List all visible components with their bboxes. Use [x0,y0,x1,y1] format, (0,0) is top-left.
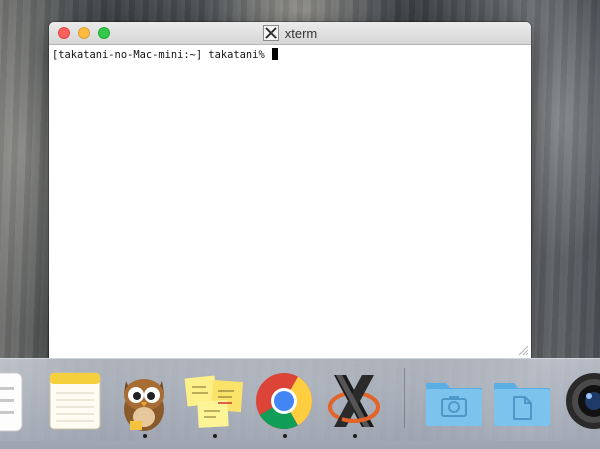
window-title: xterm [284,25,318,41]
notepad-icon [49,372,101,430]
resize-grip-icon[interactable] [517,344,529,356]
terminal-area[interactable]: [takatani-no-Mac-mini:~] takatani% [49,45,531,358]
terminal-cursor [271,48,278,60]
shell-prompt: [takatani-no-Mac-mini:~] takatani% [52,49,271,61]
list-icon [0,372,23,432]
camera-folder-icon [426,383,482,426]
running-indicator [213,434,217,438]
document-folder-icon [494,383,550,426]
dock-separator [404,368,405,428]
x11-icon [262,25,279,41]
window-title-area: xterm [49,22,531,44]
window-titlebar[interactable]: xterm [49,22,531,45]
chrome-icon [256,373,312,429]
dock-item-screenshots-folder[interactable] [422,369,486,433]
dock-item-documents-folder[interactable] [490,369,554,433]
running-indicator [283,434,287,438]
dock-item-chrome[interactable] [252,369,316,433]
sticky-notes-icon [184,375,244,428]
x11-icon [328,375,380,427]
dock-item-notes[interactable] [42,369,106,433]
camera-lens-icon [566,373,600,429]
owl-icon [124,379,164,431]
dock [0,358,600,449]
xterm-window[interactable]: xterm [takatani-no-Mac-mini:~] takatani% [49,22,531,358]
dock-item-stickies[interactable] [182,369,246,433]
dock-item-owl-app[interactable] [112,369,176,433]
running-indicator [143,434,147,438]
dock-item-reminders[interactable] [0,369,28,433]
running-indicator [353,434,357,438]
dock-item-xquartz[interactable] [322,369,386,433]
dock-item-photo-booth[interactable] [562,369,600,433]
